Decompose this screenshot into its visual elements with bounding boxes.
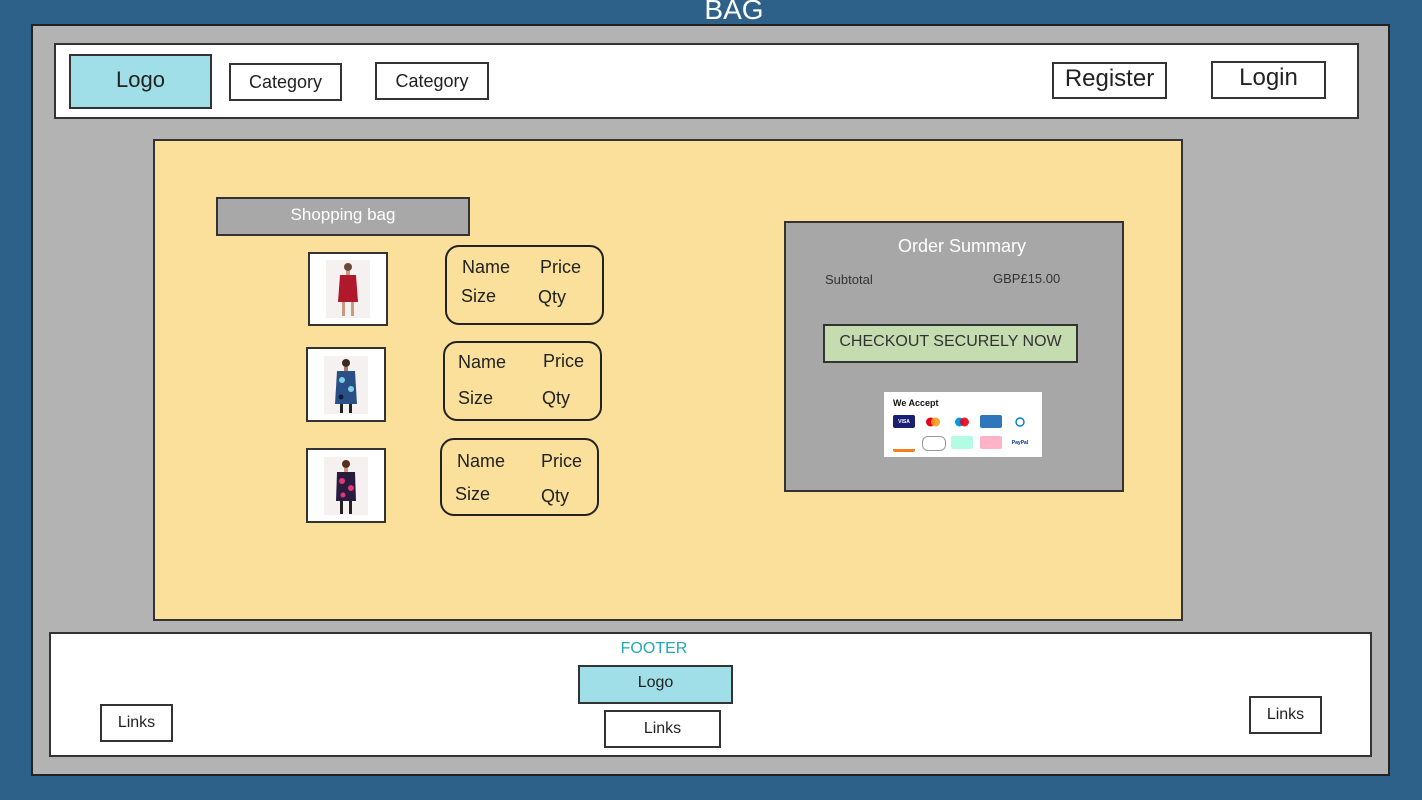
subtotal-value: GBP£15.00 — [993, 271, 1061, 286]
product-info-card-2: Name Price Size Qty — [443, 341, 602, 421]
item-name-label: Name — [462, 257, 511, 277]
klarna-icon — [980, 436, 1002, 449]
footer-logo[interactable]: Logo — [578, 665, 733, 704]
payment-methods-panel: We Accept VISA PayPal — [884, 392, 1042, 457]
discover-icon — [893, 436, 915, 452]
dress-shape — [338, 275, 358, 302]
maestro-icon — [951, 415, 973, 428]
item-size-label: Size — [458, 388, 494, 408]
item-qty-label: Qty — [541, 486, 570, 506]
mastercard-icon — [922, 415, 944, 428]
order-summary-title: Order Summary — [897, 236, 1027, 256]
paypal-label: PayPal — [1011, 439, 1029, 446]
page-title: BAG — [704, 0, 764, 25]
item-qty-label: Qty — [538, 287, 567, 307]
footer-link-center[interactable]: Links — [604, 710, 721, 748]
item-size-label: Size — [455, 484, 491, 504]
item-qty-label: Qty — [542, 388, 571, 408]
shopping-bag-heading: Shopping bag — [216, 197, 470, 236]
product-thumbnail-3[interactable] — [306, 448, 386, 523]
login-button[interactable]: Login — [1211, 61, 1326, 99]
diners-club-icon — [1009, 415, 1031, 428]
footer-link-right[interactable]: Links — [1249, 696, 1322, 734]
item-name-label: Name — [458, 352, 507, 372]
visa-card-label: VISA — [898, 418, 910, 425]
subtotal-label: Subtotal — [825, 272, 873, 287]
product-image — [326, 260, 370, 318]
category-link-2[interactable]: Category — [375, 62, 489, 100]
category-link-1[interactable]: Category — [229, 63, 342, 101]
item-price-label: Price — [540, 257, 582, 277]
we-accept-label: We Accept — [893, 398, 939, 408]
footer-title: FOOTER — [620, 640, 688, 657]
header-logo[interactable]: Logo — [69, 54, 212, 109]
item-size-label: Size — [461, 286, 497, 306]
product-info-card-1: Name Price Size Qty — [445, 245, 604, 325]
item-price-label: Price — [543, 351, 585, 371]
product-info-card-3: Name Price Size Qty — [440, 438, 599, 516]
footer-link-left[interactable]: Links — [100, 704, 173, 742]
google-pay-icon — [922, 436, 946, 451]
clearpay-icon — [951, 436, 973, 449]
product-thumbnail-2[interactable] — [306, 347, 386, 422]
paypal-icon: PayPal — [1009, 436, 1031, 449]
product-thumbnail-1[interactable] — [308, 252, 388, 326]
checkout-button[interactable]: CHECKOUT SECURELY NOW — [823, 324, 1078, 363]
register-button[interactable]: Register — [1052, 62, 1167, 99]
product-image — [324, 456, 368, 515]
item-name-label: Name — [457, 451, 506, 471]
amex-icon — [980, 415, 1002, 428]
visa-card-icon: VISA — [893, 415, 915, 428]
item-price-label: Price — [541, 451, 583, 471]
product-image — [324, 355, 368, 414]
